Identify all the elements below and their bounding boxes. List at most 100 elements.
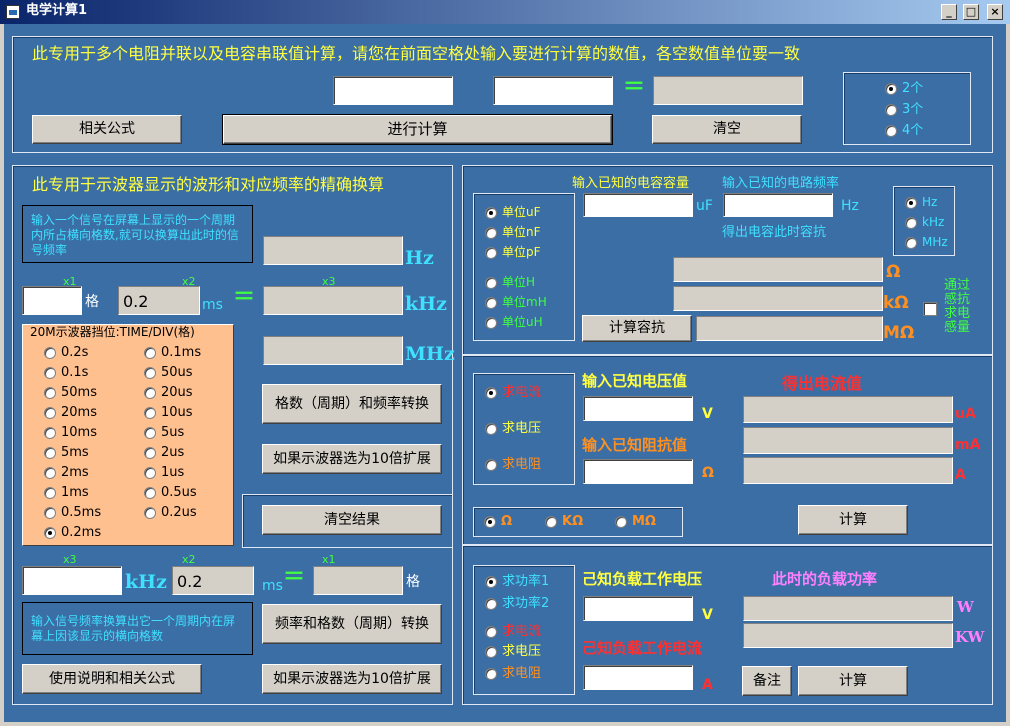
timebase-9-radio[interactable] xyxy=(44,527,56,539)
timebase-r3-radio[interactable] xyxy=(144,407,156,419)
timebase-r0-radio[interactable] xyxy=(144,347,156,359)
power-mode-4-radio[interactable] xyxy=(485,668,497,680)
timebase-6-radio[interactable] xyxy=(44,467,56,479)
bottom-grid-unit: 格 xyxy=(406,574,420,590)
clear-button[interactable]: 清空 xyxy=(652,115,802,144)
ohm-unit-0-radio[interactable] xyxy=(484,516,496,528)
timebase-r8-radio[interactable] xyxy=(144,507,156,519)
power-calc-button[interactable]: 计算 xyxy=(798,666,908,696)
cap-unit-1-radio[interactable] xyxy=(485,227,497,239)
khz-label: kHz xyxy=(405,293,447,315)
cap-unit-4-radio[interactable] xyxy=(485,297,497,309)
minimize-button[interactable]: _ xyxy=(941,4,957,20)
window-title: 电学计算1 xyxy=(26,3,88,18)
mhz-label: MHz xyxy=(405,343,455,365)
freq-grid-convert-button[interactable]: 频率和格数（周期）转换 xyxy=(262,604,442,644)
calculate-button[interactable]: 进行计算 xyxy=(222,114,613,145)
power-mode-2-radio[interactable] xyxy=(485,626,497,638)
count-1-radio[interactable] xyxy=(885,104,897,116)
timebase-7-label: 1ms xyxy=(61,485,89,500)
timebase-1-radio[interactable] xyxy=(44,367,56,379)
freq-input[interactable] xyxy=(22,566,122,595)
timebase-3-radio[interactable] xyxy=(44,407,56,419)
load-voltage-label: 己知负载工作电压 xyxy=(582,570,703,588)
resistance-input-label: 输入已知阻抗值 xyxy=(582,436,688,454)
maximize-button[interactable]: □ xyxy=(963,4,979,20)
resistance-input[interactable] xyxy=(583,459,693,484)
timebase-7-radio[interactable] xyxy=(44,487,56,499)
timebase-r1-radio[interactable] xyxy=(144,367,156,379)
calc-reactance-button[interactable]: 计算容抗 xyxy=(582,315,692,342)
ms-label: ms xyxy=(202,297,223,313)
value-input-1[interactable] xyxy=(333,76,453,105)
cap-unit-2-radio[interactable] xyxy=(485,247,497,259)
reactance-ohm xyxy=(673,257,883,282)
help-button[interactable]: 使用说明和相关公式 xyxy=(22,664,202,694)
count-1-label: 3个 xyxy=(902,102,924,117)
note-button[interactable]: 备注 xyxy=(742,666,792,696)
inductance-label: 通过感抗求电感量 xyxy=(944,278,971,335)
timebase-r5-radio[interactable] xyxy=(144,447,156,459)
power-mode-0-radio[interactable] xyxy=(485,576,497,588)
ohm-mode-1-radio[interactable] xyxy=(485,423,497,435)
capacitance-input[interactable] xyxy=(583,193,693,217)
timebase-8-label: 0.5ms xyxy=(61,505,102,520)
count-2-radio[interactable] xyxy=(885,125,897,137)
load-voltage-input[interactable] xyxy=(583,596,693,621)
timebase-r4-radio[interactable] xyxy=(144,427,156,439)
ohm-mode-2-label: 求电阻 xyxy=(502,457,542,472)
w-label: W xyxy=(957,598,974,616)
timebase-r2-radio[interactable] xyxy=(144,387,156,399)
grid-count-input[interactable] xyxy=(22,286,82,315)
cap-unit-0-radio[interactable] xyxy=(485,207,497,219)
ohm-label: Ω xyxy=(886,262,901,282)
timebase-4-radio[interactable] xyxy=(44,427,56,439)
frequency-input[interactable] xyxy=(723,193,833,217)
timebase-display: 0.2 xyxy=(118,286,200,315)
timebase-1-label: 0.1s xyxy=(61,365,89,380)
ohm-mode-2-radio[interactable] xyxy=(485,459,497,471)
voltage-input[interactable] xyxy=(583,396,693,421)
timebase-r7-radio[interactable] xyxy=(144,487,156,499)
timebase-5-radio[interactable] xyxy=(44,447,56,459)
timebase-8-radio[interactable] xyxy=(44,507,56,519)
ohm-unit-1-radio[interactable] xyxy=(545,516,557,528)
close-button[interactable]: × xyxy=(987,4,1003,20)
ohm-calc-button[interactable]: 计算 xyxy=(798,505,908,535)
load-current-label: 己知负载工作电流 xyxy=(582,639,703,657)
cap-input-label: 输入已知的电容容量 xyxy=(572,176,690,191)
power-mode-1-radio[interactable] xyxy=(485,598,497,610)
cap-unit-3-radio[interactable] xyxy=(485,277,497,289)
power-kw xyxy=(743,623,953,648)
timebase-group-title: 20M示波器挡位:TIME/DIV(格) xyxy=(30,325,195,339)
timebase-r3-label: 10us xyxy=(161,405,193,420)
grid-freq-convert-button[interactable]: 格数（周期）和频率转换 xyxy=(262,384,442,424)
timebase-0-radio[interactable] xyxy=(44,347,56,359)
ohm-mode-0-radio[interactable] xyxy=(485,387,497,399)
inductance-checkbox[interactable] xyxy=(923,302,937,316)
ohm-unit-2-radio[interactable] xyxy=(615,516,627,528)
freq-unit-1-radio[interactable] xyxy=(905,217,917,229)
power-mode-3-radio[interactable] xyxy=(485,646,497,658)
expand-10x-button-2[interactable]: 如果示波器选为10倍扩展 xyxy=(262,664,442,694)
cap-unit-5-radio[interactable] xyxy=(485,317,497,329)
hz-label: Hz xyxy=(405,247,434,269)
power-amp-unit: A xyxy=(702,677,713,693)
hz-unit-label: Hz xyxy=(841,198,859,214)
formula-button[interactable]: 相关公式 xyxy=(32,115,182,144)
clear-results-button[interactable]: 清空结果 xyxy=(262,505,442,535)
timebase-2-radio[interactable] xyxy=(44,387,56,399)
freq-unit-2-radio[interactable] xyxy=(905,237,917,249)
tip-text-2: 输入信号频率换算出它一个周期内在屏幕上因该显示的横向格数 xyxy=(31,614,236,643)
timebase-r0-label: 0.1ms xyxy=(161,345,202,360)
power-w xyxy=(743,596,953,621)
load-current-input[interactable] xyxy=(583,665,693,690)
timebase-r6-radio[interactable] xyxy=(144,467,156,479)
kohm-label: kΩ xyxy=(883,293,909,313)
timebase-r2-label: 20us xyxy=(161,385,193,400)
count-0-radio[interactable] xyxy=(885,83,897,95)
freq-unit-0-radio[interactable] xyxy=(905,197,917,209)
expand-10x-button-1[interactable]: 如果示波器选为10倍扩展 xyxy=(262,444,442,474)
a-label: A xyxy=(955,467,966,483)
value-input-2[interactable] xyxy=(493,76,613,105)
